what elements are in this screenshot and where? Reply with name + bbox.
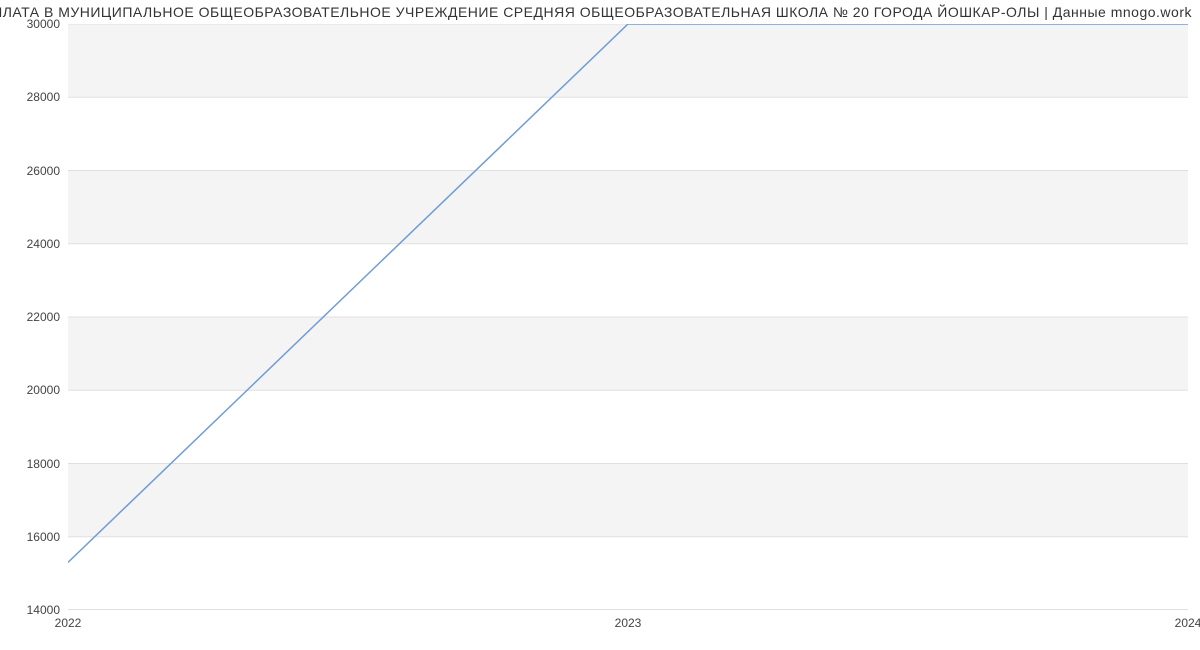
y-tick-label: 18000 (4, 457, 60, 471)
chart-title: ЗАРПЛАТА В МУНИЦИПАЛЬНОЕ ОБЩЕОБРАЗОВАТЕЛ… (0, 4, 1192, 20)
y-tick-label: 16000 (4, 530, 60, 544)
y-tick-label: 30000 (4, 17, 60, 31)
chart-svg (68, 24, 1188, 610)
x-tick-label: 2023 (615, 616, 642, 630)
line-chart: ЗАРПЛАТА В МУНИЦИПАЛЬНОЕ ОБЩЕОБРАЗОВАТЕЛ… (0, 0, 1200, 650)
x-tick-label: 2022 (55, 616, 82, 630)
y-tick-label: 14000 (4, 603, 60, 617)
y-tick-label: 28000 (4, 90, 60, 104)
y-tick-label: 26000 (4, 164, 60, 178)
y-tick-label: 22000 (4, 310, 60, 324)
x-tick-label: 2024 (1175, 616, 1200, 630)
plot-area (68, 24, 1188, 610)
y-tick-label: 24000 (4, 237, 60, 251)
y-tick-label: 20000 (4, 383, 60, 397)
